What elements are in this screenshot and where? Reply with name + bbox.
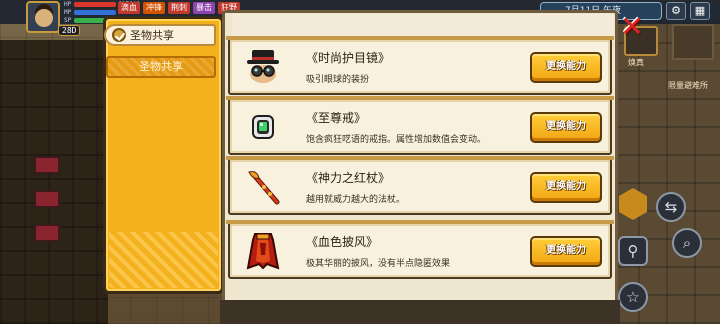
- change-ability-button[interactable]: 更换能力: [530, 52, 602, 83]
- dungeon-wall-right: [610, 20, 720, 324]
- minimap-icon[interactable]: [672, 24, 714, 60]
- change-ability-button[interactable]: 更换能力: [530, 112, 602, 143]
- chain-link-icon[interactable]: ⚲: [618, 236, 648, 266]
- artifact-card: 《血色披风》 极其华丽的披风，没有半点隐匿效果 更换能力: [226, 220, 614, 279]
- dungeon-wall-left: [0, 40, 108, 324]
- star-icon[interactable]: ☆: [618, 282, 648, 312]
- status-effect-chip[interactable]: 滴血: [118, 2, 140, 14]
- status-effect-chip[interactable]: 冲锋: [143, 2, 165, 14]
- fashion-goggles-icon: [242, 47, 284, 87]
- status-effect-chip[interactable]: 暴击: [193, 2, 215, 14]
- artifact-name: 《时尚护目镜》: [306, 51, 391, 65]
- blood-cloak-icon: [242, 231, 284, 271]
- tab-relic-share-header[interactable]: 圣物共享: [104, 24, 216, 46]
- search-magnify-icon[interactable]: ⌕: [672, 228, 702, 258]
- red-barrel: [34, 190, 60, 208]
- artifact-description: 极其华丽的披风，没有半点隐匿效果: [306, 259, 451, 269]
- tab-header-label: 圣物共享: [130, 29, 174, 42]
- artifact-card: 《神力之红杖》 越用就威力越大的法杖。 更换能力: [226, 156, 614, 215]
- artifact-description: 越用就威力越大的法杖。: [306, 195, 406, 205]
- tab-relic-share[interactable]: 圣物共享: [106, 56, 216, 78]
- grid-menu-icon[interactable]: ▦: [690, 2, 710, 20]
- bottom-world-strip: [220, 300, 620, 324]
- list-panel-top-frame: [232, 14, 614, 36]
- change-ability-button[interactable]: 更换能力: [530, 172, 602, 203]
- close-icon[interactable]: ✕: [620, 13, 644, 41]
- artifact-description: 饱含疯狂呓语的戒指。属性增加数值会变动。: [306, 135, 487, 145]
- supreme-ring-icon: [242, 107, 284, 147]
- player-level-badge: 28D: [58, 25, 81, 36]
- red-staff-icon: [242, 167, 284, 207]
- artifact-card: 《至尊戒》 饱含疯狂呓语的戒指。属性增加数值会变动。 更换能力: [226, 96, 614, 155]
- player-avatar[interactable]: [26, 1, 60, 33]
- artifact-card: 《时尚护目镜》 吸引眼球的装扮 更换能力: [226, 36, 614, 95]
- artifact-name: 《神力之红杖》: [306, 171, 391, 185]
- shop-label: 焕真: [628, 58, 644, 67]
- artifact-name: 《至尊戒》: [306, 111, 367, 125]
- swap-arrows-icon[interactable]: ⇆: [656, 192, 686, 222]
- change-ability-button[interactable]: 更换能力: [530, 236, 602, 267]
- settings-gear-icon[interactable]: ⚙: [666, 2, 686, 20]
- check-circle-icon: [112, 28, 126, 42]
- artifact-description: 吸引眼球的装扮: [306, 75, 370, 85]
- map-location-label: 限量避难所: [668, 81, 708, 90]
- artifact-name: 《血色披风》: [306, 235, 379, 249]
- status-effect-chip[interactable]: 荆刺: [168, 2, 190, 14]
- hp-bar: [74, 2, 117, 7]
- red-barrel: [34, 156, 60, 174]
- mp-bar: [74, 10, 117, 15]
- red-barrel: [34, 224, 60, 242]
